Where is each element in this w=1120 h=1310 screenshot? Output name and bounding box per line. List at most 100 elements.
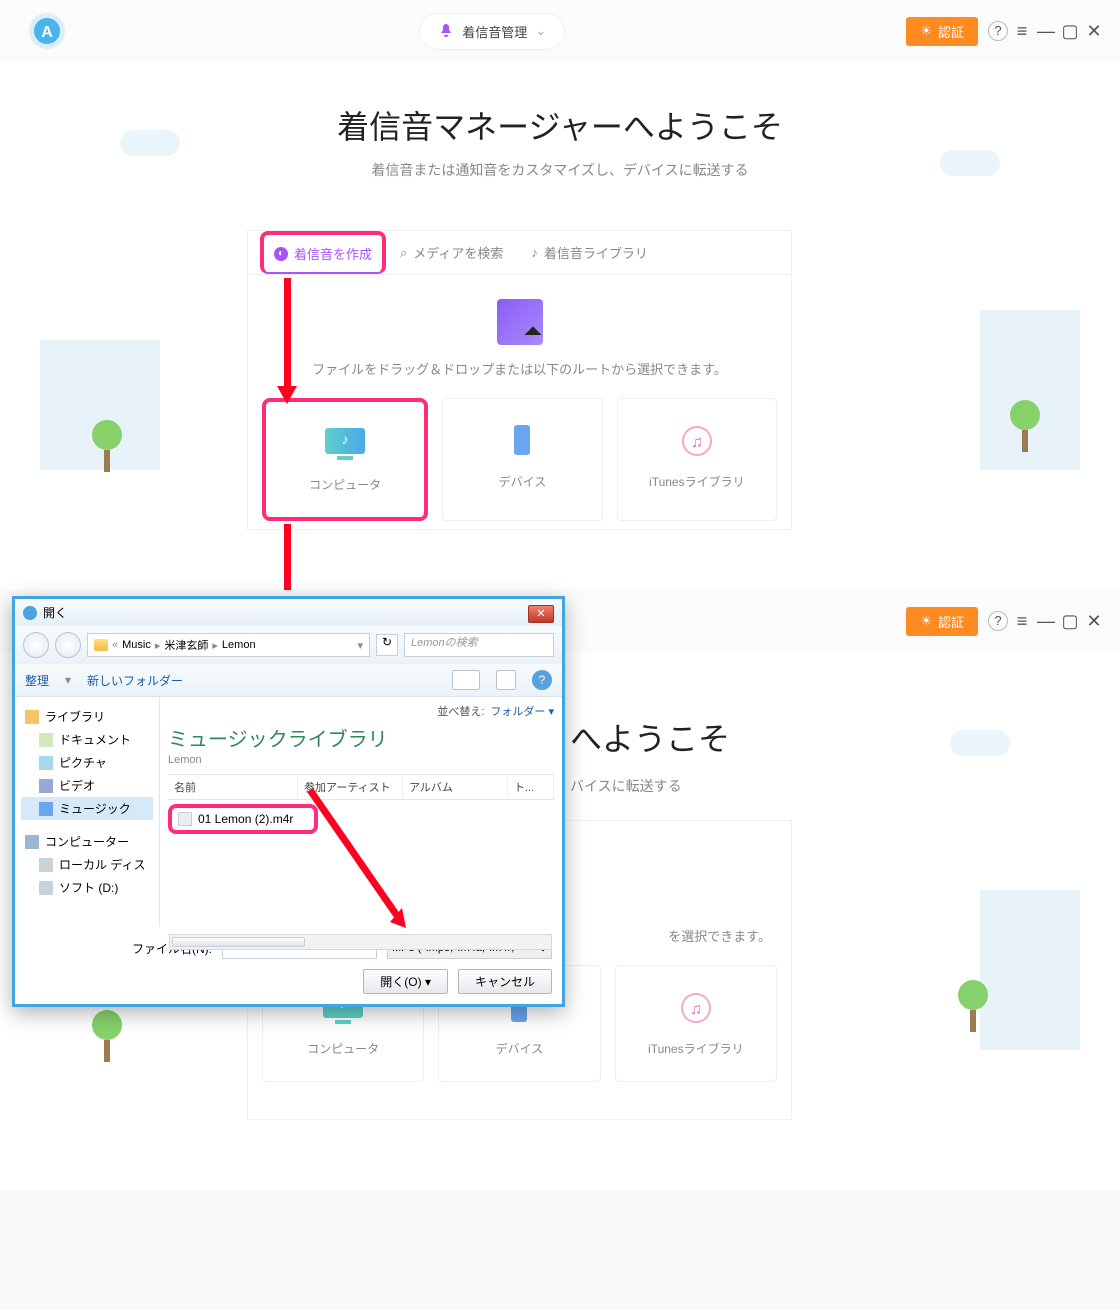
view-mode-button[interactable]: [496, 670, 516, 690]
chip-label: 着信音管理: [462, 22, 527, 41]
menu-icon[interactable]: ≡: [1012, 612, 1032, 630]
pane-subtitle: Lemon: [168, 754, 554, 766]
tree-deco: [1008, 400, 1042, 450]
computer-icon: [25, 835, 39, 849]
cloud-icon: [940, 150, 1000, 176]
window-controls: ? ≡ — ▢ ✕: [988, 21, 1104, 41]
app-small-icon: [23, 606, 37, 620]
disk-icon: [39, 858, 53, 872]
back-button[interactable]: [23, 632, 49, 658]
music-file-icon: [497, 299, 543, 345]
sidebar-computer[interactable]: コンピューター: [21, 830, 153, 853]
library-icon: [25, 710, 39, 724]
sidebar-local-disk[interactable]: ローカル ディス: [21, 853, 153, 876]
itunes-icon: ♫: [675, 423, 719, 459]
forward-button[interactable]: [55, 632, 81, 658]
arrowhead-icon: [277, 386, 297, 404]
organize-menu[interactable]: 整理: [25, 672, 49, 689]
help-icon[interactable]: ?: [988, 611, 1008, 631]
close-button[interactable]: ✕: [1084, 612, 1104, 630]
ringtone-card-1: ◐ 着信音を作成 ⌕ メディアを検索 ♪ 着信音ライブラリ ファイルをドラッグ＆…: [247, 230, 792, 530]
help-icon[interactable]: ?: [988, 21, 1008, 41]
sidebar-music[interactable]: ミュージック: [21, 797, 153, 820]
bell-icon: [438, 23, 454, 39]
music-icon: [39, 802, 53, 816]
bell-outline-icon: ♪: [531, 245, 538, 260]
pane-title: ミュージックライブラリ: [168, 723, 554, 752]
disk-icon: [39, 881, 53, 895]
svg-text:A: A: [41, 24, 53, 41]
video-icon: [39, 779, 53, 793]
tabs: ◐ 着信音を作成 ⌕ メディアを検索 ♪ 着信音ライブラリ: [248, 231, 791, 275]
hero-sub-partial: バイスに転送する: [570, 776, 682, 796]
svg-text:♫: ♫: [690, 1001, 702, 1018]
titlebar: A 着信音管理 ⌄ ☀ 認証 ? ≡ — ▢ ✕: [0, 0, 1120, 62]
auth-button[interactable]: ☀ 認証: [906, 607, 978, 636]
refresh-button[interactable]: ↻: [376, 634, 398, 656]
cloud-icon: [950, 730, 1010, 756]
file-row-selected[interactable]: 01 Lemon (2).m4r: [168, 804, 318, 834]
file-open-dialog: 開く ✕ « Music▸ 米津玄師▸ Lemon ▾ ↻ Lemonの検索 整…: [12, 596, 565, 1007]
tab-search-media[interactable]: ⌕ メディアを検索: [386, 231, 517, 274]
maximize-button[interactable]: ▢: [1060, 612, 1080, 630]
minimize-button[interactable]: —: [1036, 22, 1056, 40]
source-itunes[interactable]: ♫ iTunesライブラリ: [617, 398, 777, 521]
new-folder-button[interactable]: 新しいフォルダー: [87, 672, 183, 689]
picture-icon: [39, 756, 53, 770]
sidebar-library[interactable]: ライブラリ: [21, 705, 153, 728]
folder-icon: [94, 639, 108, 651]
dropzone[interactable]: ファイルをドラッグ＆ドロップまたは以下のルートから選択できます。: [248, 275, 791, 388]
menu-icon[interactable]: ≡: [1012, 22, 1032, 40]
sidebar-soft-d[interactable]: ソフト (D:): [21, 876, 153, 899]
dialog-nav: « Music▸ 米津玄師▸ Lemon ▾ ↻ Lemonの検索: [15, 626, 562, 664]
source-itunes[interactable]: ♫ iTunesライブラリ: [615, 965, 777, 1082]
document-icon: [39, 733, 53, 747]
auth-button[interactable]: ☀ 認証: [906, 17, 978, 46]
building-deco: [980, 890, 1080, 1050]
file-icon: [178, 812, 192, 826]
ringtone-manager-chip[interactable]: 着信音管理 ⌄: [419, 13, 565, 50]
dialog-titlebar: 開く ✕: [15, 599, 562, 626]
search-icon: ⌕: [400, 245, 407, 261]
chevron-down-icon: ⌄: [535, 23, 546, 39]
dialog-toolbar: 整理▾ 新しいフォルダー ?: [15, 664, 562, 697]
sidebar-video[interactable]: ビデオ: [21, 774, 153, 797]
app-logo: A: [16, 0, 78, 62]
tree-deco: [956, 980, 990, 1030]
sort-select[interactable]: フォルダー ▾: [490, 703, 554, 719]
minimize-button[interactable]: —: [1036, 612, 1056, 630]
phone-icon: [500, 423, 544, 459]
maximize-button[interactable]: ▢: [1060, 22, 1080, 40]
tree-deco: [90, 420, 124, 470]
tree-deco: [90, 1010, 124, 1060]
cancel-button[interactable]: キャンセル: [458, 969, 552, 994]
hero-title-partial: へようこそ: [570, 714, 730, 760]
tab-ringtone-library[interactable]: ♪ 着信音ライブラリ: [517, 231, 662, 274]
annotation-arrow: [300, 790, 430, 940]
search-input[interactable]: Lemonの検索: [404, 633, 554, 657]
help-button[interactable]: ?: [532, 670, 552, 690]
breadcrumb[interactable]: « Music▸ 米津玄師▸ Lemon ▾: [87, 633, 370, 657]
sidebar-pictures[interactable]: ピクチャ: [21, 751, 153, 774]
itunes-icon: ♫: [674, 990, 718, 1026]
tab-create-ringtone[interactable]: ◐ 着信音を作成: [260, 231, 386, 274]
source-device[interactable]: デバイス: [442, 398, 602, 521]
dialog-sidebar: ライブラリ ドキュメント ピクチャ ビデオ ミュージック コンピューター ローカ…: [15, 697, 160, 927]
cloud-icon: [120, 130, 180, 156]
sun-icon: ☀: [920, 613, 932, 629]
close-button[interactable]: ✕: [1084, 22, 1104, 40]
drop-hint: ファイルをドラッグ＆ドロップまたは以下のルートから選択できます。: [248, 359, 791, 378]
window-controls: ? ≡ — ▢ ✕: [988, 611, 1104, 631]
circle-check-icon: ◐: [274, 247, 288, 261]
source-computer[interactable]: ♪ コンピュータ: [262, 398, 428, 521]
annotation-arrow: [284, 278, 291, 388]
svg-text:♪: ♪: [342, 431, 349, 447]
dialog-title: 開く: [43, 604, 67, 621]
view-mode-button[interactable]: [452, 670, 480, 690]
monitor-icon: ♪: [323, 426, 367, 462]
svg-text:♫: ♫: [691, 434, 703, 451]
sun-icon: ☀: [920, 23, 932, 39]
open-button[interactable]: 開く(O) ▾: [363, 969, 448, 994]
dialog-close-button[interactable]: ✕: [528, 605, 554, 623]
sidebar-documents[interactable]: ドキュメント: [21, 728, 153, 751]
